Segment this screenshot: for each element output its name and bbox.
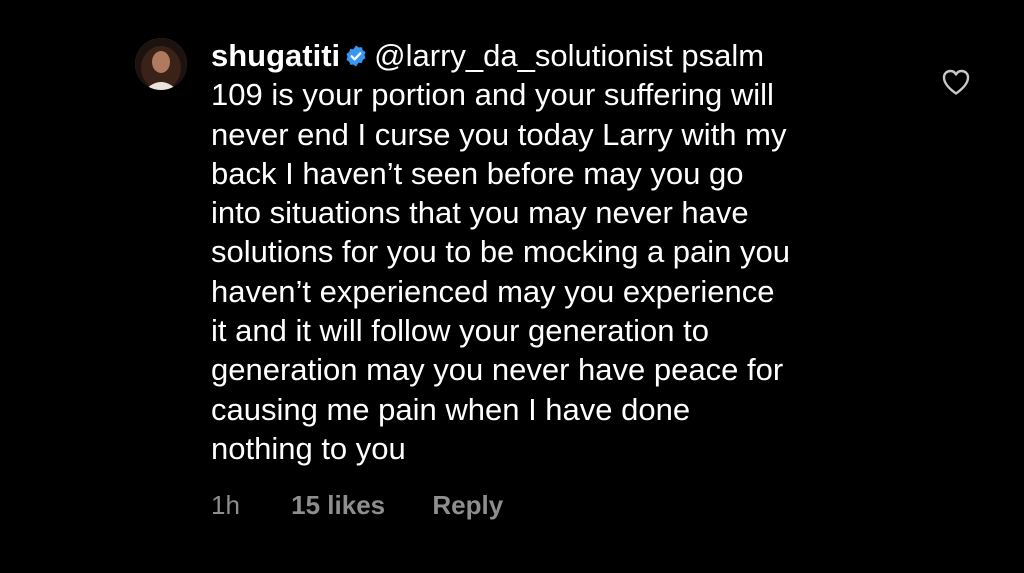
- username-link[interactable]: shugatiti: [211, 38, 340, 73]
- comment-body: shugatiti @larry_da_solutionist psalm 109 …: [211, 36, 911, 468]
- comment-text: shugatiti @larry_da_solutionist psalm 109 …: [211, 36, 911, 468]
- reply-button[interactable]: Reply: [432, 490, 503, 521]
- comment-line: nothing to you: [211, 430, 406, 466]
- comment-line: never end I curse you today Larry with m…: [211, 116, 787, 152]
- comment-line: causing me pain when I have done: [211, 391, 691, 427]
- comment-line: haven’t experienced may you experience: [211, 273, 775, 309]
- heart-outline-icon[interactable]: [941, 68, 971, 96]
- comment-line: into situations that you may never have: [211, 195, 749, 231]
- comment-line: generation may you never have peace for: [211, 352, 784, 388]
- comment-line: 109 is your portion and your suffering w…: [211, 77, 774, 113]
- comment-line: it and it will follow your generation to: [211, 313, 709, 349]
- comment-meta: 1h 15 likes Reply: [211, 490, 503, 521]
- likes-count-button[interactable]: 15 likes: [291, 490, 385, 521]
- comment: shugatiti @larry_da_solutionist psalm 109 …: [0, 0, 1024, 573]
- comment-timestamp: 1h: [211, 490, 240, 520]
- comment-line: @larry_da_solutionist psalm: [374, 38, 765, 73]
- comment-line: solutions for you to be mocking a pain y…: [211, 234, 791, 270]
- verified-badge-icon: [344, 38, 368, 67]
- avatar[interactable]: [135, 38, 187, 90]
- comment-line: back I haven’t seen before may you go: [211, 155, 744, 191]
